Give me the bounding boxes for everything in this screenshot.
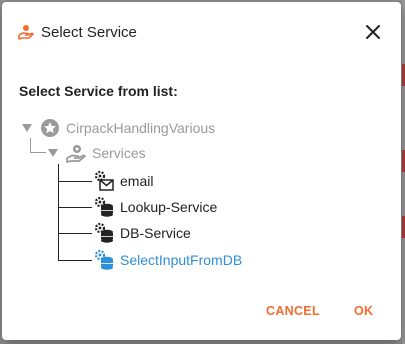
gear-database-icon bbox=[94, 196, 113, 217]
tree-item-label: email bbox=[120, 173, 154, 189]
tree-connector bbox=[58, 207, 92, 208]
gear-envelope-icon bbox=[94, 170, 114, 191]
tree-connector bbox=[58, 164, 59, 261]
ok-button[interactable]: OK bbox=[354, 303, 373, 319]
tree-connector bbox=[58, 233, 92, 234]
expand-toggle-icon[interactable] bbox=[48, 148, 58, 158]
tree-node-label: Services bbox=[92, 145, 146, 161]
service-hand-icon bbox=[66, 145, 86, 163]
cancel-button[interactable]: CANCEL bbox=[266, 303, 320, 319]
tree-connector bbox=[30, 152, 46, 153]
tree-item-label: SelectInputFromDB bbox=[120, 252, 243, 268]
tree-item-selectinputfromdb[interactable]: SelectInputFromDB bbox=[93, 249, 242, 271]
tree-item-email[interactable]: email bbox=[93, 170, 153, 192]
select-service-dialog: Select Service Select Service from list:… bbox=[2, 2, 401, 340]
dialog-header: Select Service bbox=[2, 2, 401, 62]
gear-database-icon bbox=[94, 222, 113, 243]
dialog-title: Select Service bbox=[41, 24, 137, 41]
hand-service-icon bbox=[18, 25, 34, 40]
tree-node-services[interactable]: Services bbox=[65, 142, 146, 164]
tree-item-label: Lookup-Service bbox=[120, 199, 218, 215]
star-badge-icon bbox=[41, 119, 59, 137]
tree-node-root[interactable]: CirpackHandlingVarious bbox=[39, 117, 215, 139]
tree-connector bbox=[30, 138, 31, 152]
tree-connector bbox=[58, 181, 92, 182]
gear-database-icon bbox=[94, 249, 113, 270]
expand-toggle-icon[interactable] bbox=[22, 123, 32, 133]
tree-item-label: DB-Service bbox=[120, 225, 191, 241]
tree-connector bbox=[58, 260, 92, 261]
tree-item-db-service[interactable]: DB-Service bbox=[93, 222, 191, 244]
dialog-subtitle: Select Service from list: bbox=[19, 83, 178, 99]
tree-node-label: CirpackHandlingVarious bbox=[66, 120, 216, 136]
close-icon[interactable] bbox=[361, 20, 385, 44]
tree-item-lookup-service[interactable]: Lookup-Service bbox=[93, 196, 217, 218]
